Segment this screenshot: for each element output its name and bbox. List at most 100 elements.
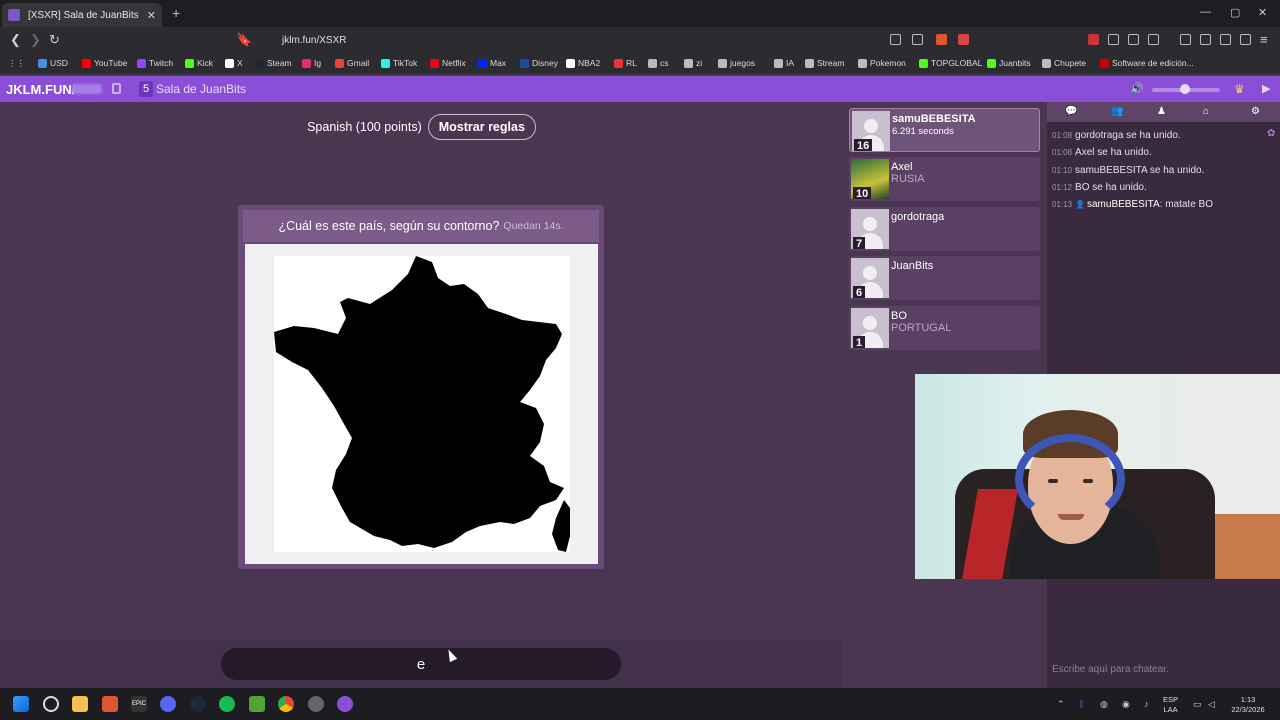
bookmark-favicon-icon — [774, 58, 783, 68]
bookmark-item[interactable]: Netflix — [430, 58, 466, 68]
epic-games-icon[interactable]: EPIC — [131, 696, 147, 712]
forward-icon[interactable]: ❯ — [30, 32, 41, 48]
download-icon[interactable] — [1180, 34, 1191, 45]
bookmark-item[interactable]: RL — [614, 58, 637, 68]
bookmark-item[interactable]: Pokemon — [858, 58, 906, 68]
players-icon[interactable]: 👥 — [1111, 106, 1123, 117]
rooms-icon[interactable]: ⌂ — [1203, 106, 1209, 117]
chat-username[interactable]: samuBEBESITA — [1087, 199, 1160, 210]
play-icon[interactable]: ▶ — [1262, 82, 1270, 95]
emoji-icon[interactable]: ✿ — [1267, 128, 1275, 139]
brave-shield-icon[interactable] — [936, 34, 947, 45]
bookmark-item[interactable]: Juanbits — [987, 58, 1031, 68]
bookmark-item[interactable]: NBA2 — [566, 58, 600, 68]
new-tab-icon[interactable]: + — [172, 5, 180, 21]
volume-icon[interactable]: 🔊 — [1130, 82, 1144, 95]
close-tab-icon[interactable]: ✕ — [147, 9, 156, 22]
spotify-icon[interactable] — [219, 696, 235, 712]
bookmark-label: cs — [660, 58, 669, 68]
chrome-icon[interactable] — [278, 696, 294, 712]
podium-icon[interactable]: ♟ — [1157, 106, 1166, 117]
browser-tab[interactable]: [XSXR] Sala de JuanBits ✕ — [2, 3, 162, 27]
share-icon[interactable] — [912, 34, 923, 45]
steam-icon[interactable] — [190, 696, 206, 712]
shield-icon[interactable] — [1240, 34, 1251, 45]
brave-icon[interactable] — [102, 696, 118, 712]
chat-input[interactable] — [1047, 654, 1280, 684]
headphones-icon — [1015, 434, 1125, 524]
bookmark-item[interactable]: Stream — [805, 58, 844, 68]
bookmark-item[interactable]: TOPGLOBAL — [919, 58, 982, 68]
player-card[interactable]: 1 BO PORTUGAL — [849, 305, 1040, 350]
bluetooth-icon[interactable]: ᛒ — [1079, 699, 1084, 709]
bookmark-item[interactable]: IA — [774, 58, 794, 68]
bookmark-item[interactable]: zi — [684, 58, 702, 68]
minecraft-icon[interactable] — [249, 696, 265, 712]
extensions-icon[interactable] — [1128, 34, 1139, 45]
file-explorer-icon[interactable] — [72, 696, 88, 712]
bookmark-item[interactable]: Chupete — [1042, 58, 1086, 68]
minimize-icon[interactable]: — — [1200, 6, 1211, 18]
sidebar-icon[interactable] — [1148, 34, 1159, 45]
site-brand[interactable]: JKLM.FUN/ — [6, 82, 75, 97]
search-icon[interactable] — [43, 696, 59, 712]
bookmark-item[interactable]: Steam — [255, 58, 292, 68]
extension-abp-icon[interactable] — [1088, 34, 1099, 45]
volume-slider-thumb[interactable] — [1180, 84, 1190, 94]
network-icon[interactable]: ▭ — [1193, 699, 1202, 710]
bookmark-item[interactable]: Ig — [302, 58, 321, 68]
bookmark-item[interactable]: Gmail — [335, 58, 369, 68]
bookmark-item[interactable]: TikTok — [381, 58, 417, 68]
settings-icon[interactable]: ⚙ — [1251, 106, 1260, 117]
chat-message: 01:08 gordotraga se ha unido. — [1052, 130, 1213, 147]
clock[interactable]: 1:13 22/3/2026 — [1228, 695, 1268, 715]
screen-icon[interactable] — [890, 34, 901, 45]
microphone-icon[interactable]: ♪ — [1144, 699, 1149, 709]
address-bar[interactable]: jklm.fun/XSXR — [258, 30, 978, 50]
bookmark-label: zi — [696, 58, 703, 68]
discord-icon[interactable] — [160, 696, 176, 712]
crown-icon[interactable]: ♛ — [1234, 82, 1245, 96]
bookmark-item[interactable]: X — [225, 58, 243, 68]
chat-text: gordotraga se ha unido. — [1075, 130, 1181, 141]
windows-icon[interactable] — [13, 696, 29, 712]
bookmark-item[interactable]: cs — [648, 58, 669, 68]
bookmark-item[interactable]: Kick — [185, 58, 213, 68]
input-language[interactable]: ESP LAA — [1163, 695, 1178, 715]
tab-title: [XSXR] Sala de JuanBits — [28, 9, 139, 21]
show-rules-button[interactable]: Mostrar reglas — [427, 114, 536, 140]
player-card[interactable]: 7 gordotraga — [849, 206, 1040, 251]
vpn-icon[interactable] — [1220, 34, 1231, 45]
bookmark-item[interactable]: Software de edición... — [1100, 58, 1194, 68]
wallet-icon[interactable] — [1200, 34, 1211, 45]
bookmark-item[interactable]: juegos — [718, 58, 755, 68]
back-icon[interactable]: ❮ — [10, 32, 21, 48]
tray-expand-icon[interactable]: ⌃ — [1057, 699, 1065, 710]
tray-discord-icon[interactable]: ◉ — [1122, 699, 1130, 710]
maximize-icon[interactable]: ▢ — [1230, 6, 1240, 19]
extension-icon[interactable] — [1108, 34, 1119, 45]
reload-icon[interactable]: ↻ — [49, 32, 60, 48]
bookmark-item[interactable]: Twitch — [137, 58, 173, 68]
twitch-app-icon[interactable] — [337, 696, 353, 712]
bookmark-item[interactable]: USD — [38, 58, 68, 68]
bookmark-icon[interactable]: 🔖 — [236, 32, 252, 48]
tray-app-icon[interactable]: ◍ — [1100, 699, 1108, 710]
player-card[interactable]: 6 JuanBits — [849, 256, 1040, 301]
player-card[interactable]: 10 Axel RUSIA — [849, 157, 1040, 202]
player-card[interactable]: 16 samuBEBESITA 6.291 seconds — [849, 108, 1040, 152]
speaker-icon[interactable]: ◁ — [1208, 699, 1215, 710]
bookmark-item[interactable]: YouTube — [82, 58, 127, 68]
bookmark-item[interactable]: Max — [478, 58, 506, 68]
menu-icon[interactable]: ≡ — [1260, 32, 1268, 47]
answer-input[interactable] — [221, 648, 621, 680]
chat-icon[interactable]: 💬 — [1065, 106, 1077, 117]
app-icon[interactable] — [308, 696, 324, 712]
avatar-head-icon — [863, 266, 877, 281]
player-score: 6 — [853, 286, 866, 299]
bookmark-item[interactable]: Disney — [520, 58, 558, 68]
brave-rewards-icon[interactable] — [958, 34, 969, 45]
apps-grid-icon[interactable]: ⋮⋮ — [8, 58, 25, 69]
close-window-icon[interactable]: ✕ — [1258, 6, 1267, 19]
chat-text: matate BO — [1165, 199, 1213, 211]
